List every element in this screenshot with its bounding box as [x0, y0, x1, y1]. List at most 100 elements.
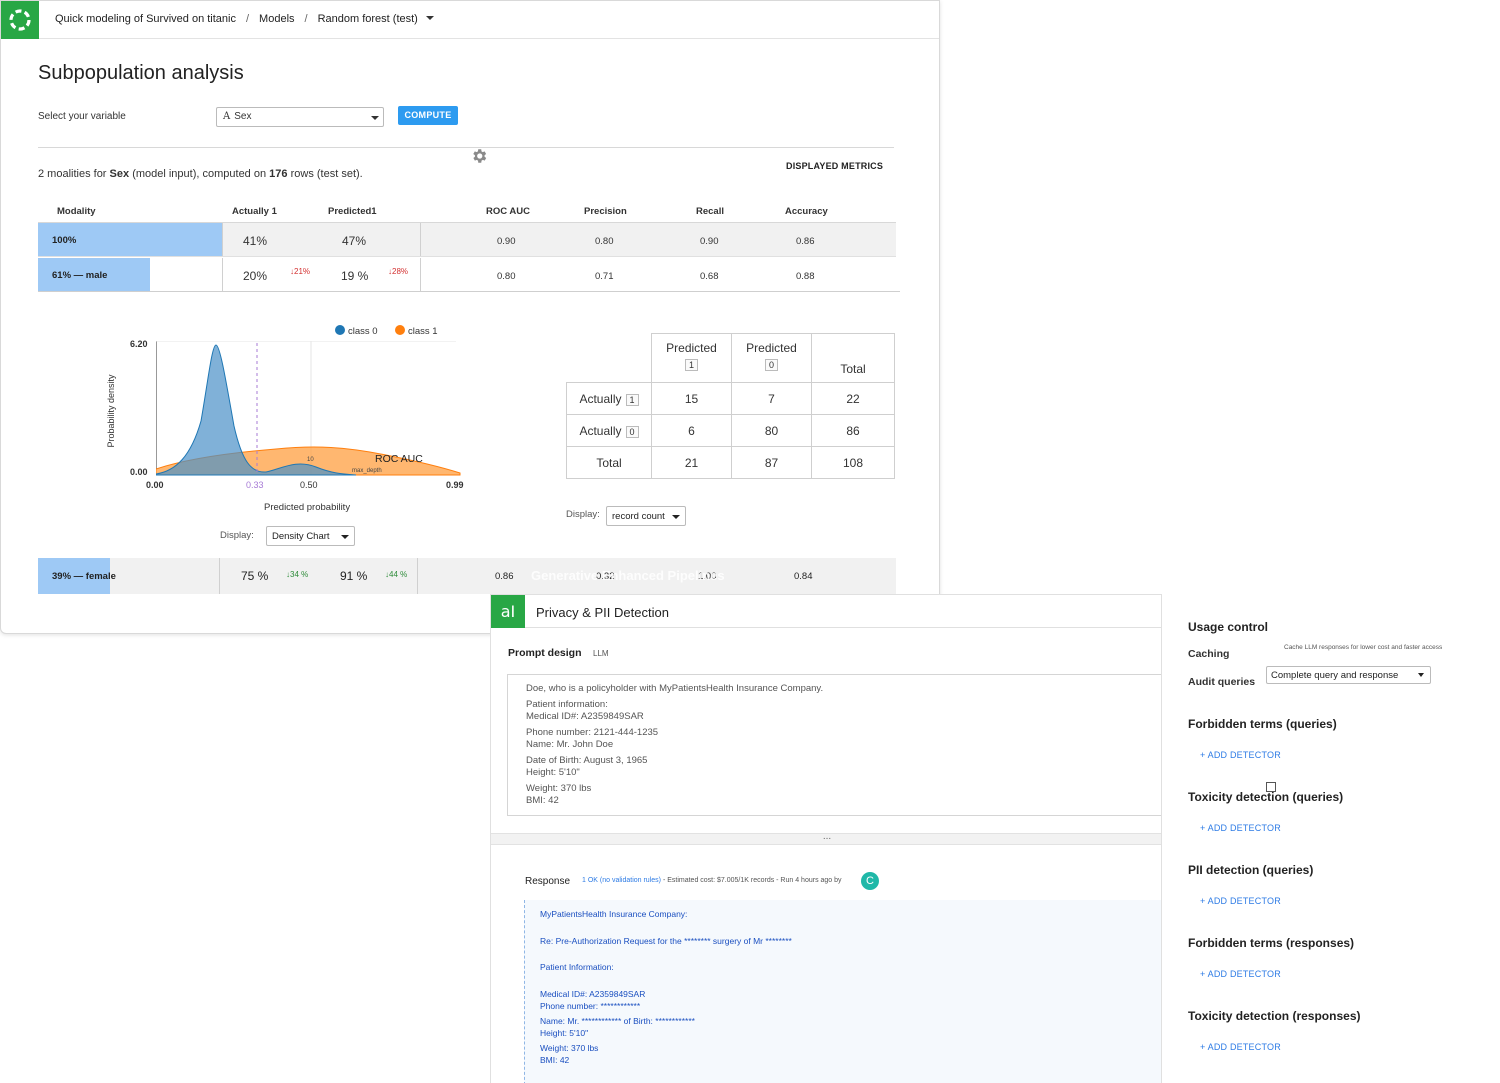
actually1-delta: ↓34 %	[286, 570, 309, 579]
response-line: BMI: 42	[540, 1055, 570, 1065]
audit-queries-select[interactable]: Complete query and response	[1266, 666, 1431, 684]
accuracy-value: 0.86	[796, 236, 815, 247]
divider	[222, 223, 223, 256]
breadcrumb-model[interactable]: Random forest (test)	[318, 13, 418, 25]
response-line: MyPatientsHealth Insurance Company:	[540, 909, 688, 919]
avatar[interactable]: C	[861, 872, 879, 890]
prompt-line: Medical ID#: A2359849SAR	[526, 711, 644, 722]
predicted1-delta: ↓28%	[388, 267, 409, 276]
modality-label: 100%	[52, 235, 77, 246]
summary-mid: (model input), computed on	[132, 168, 267, 180]
class-badge: 0	[625, 425, 639, 438]
summary-prefix: 2 moalities for	[38, 168, 107, 180]
accuracy-value: 0.84	[794, 571, 813, 582]
add-detector-button[interactable]: + ADD DETECTOR	[1200, 750, 1281, 760]
compute-button[interactable]: COMPUTE	[398, 106, 458, 125]
chevron-down-icon	[341, 535, 349, 539]
resize-handle[interactable]: ...	[491, 832, 1162, 845]
y-axis-label: Probability density	[106, 374, 116, 448]
chevron-down-icon[interactable]	[425, 16, 434, 20]
variable-label: Select your variable	[38, 111, 126, 122]
gear-icon[interactable]	[470, 147, 488, 165]
matrix-display-select[interactable]: record count	[606, 506, 686, 526]
recall-value: 0.68	[700, 271, 719, 282]
legend-swatch	[335, 325, 345, 335]
audit-queries-label: Audit queries	[1188, 676, 1256, 688]
prompt-line: Height: 5'10"	[526, 767, 580, 778]
x-tick-label: 0.50	[300, 480, 318, 490]
add-detector-button[interactable]: + ADD DETECTOR	[1200, 1042, 1281, 1052]
true-negative-cell: 80	[731, 414, 812, 447]
section-forbidden-terms-queries: Forbidden terms (queries)	[1188, 717, 1337, 731]
column-header-predicted1: Predicted1	[328, 206, 377, 217]
response-line: Height: 5'10"	[540, 1028, 589, 1038]
chart-annotation: max_depth	[352, 468, 382, 474]
breadcrumb-models[interactable]: Models	[259, 13, 294, 25]
add-detector-button[interactable]: + ADD DETECTOR	[1200, 896, 1281, 906]
variable-select[interactable]: A Sex	[216, 107, 384, 127]
response-label: Response	[525, 876, 571, 887]
table-row[interactable]: 100% 41% 47% 0.90 0.80 0.90 0.86	[38, 223, 896, 257]
column-total-cell: 21	[651, 446, 732, 479]
section-forbidden-terms-responses: Forbidden terms (responses)	[1188, 936, 1355, 950]
chart-display-value: Density Chart	[272, 531, 330, 542]
true-positive-cell: 15	[651, 382, 732, 415]
legend-swatch	[395, 325, 405, 335]
usage-control-title: Usage control	[1188, 620, 1269, 634]
column-header-accuracy: Accuracy	[785, 206, 828, 217]
response-line: Weight: 370 lbs	[540, 1042, 599, 1053]
audit-queries-value: Complete query and response	[1271, 670, 1399, 681]
legend-class-0[interactable]: class 0	[335, 325, 378, 337]
chart-display-select[interactable]: Density Chart	[266, 526, 355, 546]
page-title: Subpopulation analysis	[38, 62, 244, 84]
display-label: Display:	[566, 509, 600, 520]
add-detector-button[interactable]: + ADD DETECTOR	[1200, 969, 1281, 979]
precision-value: 0.71	[595, 271, 614, 282]
overlay-banner-text: Generative Enhanced Pipelines	[531, 568, 725, 583]
response-line: Medical ID#: A2359849SAR	[540, 988, 646, 999]
prompt-line: Patient information:	[526, 698, 608, 710]
validation-status-link[interactable]: 1 OK (no validation rules)	[582, 877, 661, 884]
column-total-cell: 87	[731, 446, 812, 479]
prompt-textarea[interactable]: Doe, who is a policyholder with MyPatien…	[507, 674, 1162, 816]
col-header-label: Predicted	[666, 341, 717, 355]
breadcrumb: Quick modeling of Survived on titanic / Mo…	[55, 13, 434, 25]
displayed-metrics-button[interactable]: DISPLAYED METRICS	[786, 161, 883, 171]
x-axis-label: Predicted probability	[264, 502, 351, 513]
legend-label: class 1	[408, 326, 438, 337]
table-row[interactable]: 61% — male 20% ↓21% 19 % ↓28% 0.80 0.71 …	[38, 258, 900, 292]
display-label: Display:	[220, 530, 254, 541]
column-header-recall: Recall	[696, 206, 724, 217]
response-line: Name: Mr. ************ of Birth: *******…	[540, 1015, 695, 1026]
summary-variable: Sex	[109, 168, 130, 180]
row-header-label: Actually	[579, 391, 622, 406]
roc-auc-value: 0.90	[497, 236, 516, 247]
response-line	[540, 947, 1162, 961]
matrix-row-header: Actually 1	[566, 382, 652, 415]
app-logo-icon[interactable]	[1, 1, 39, 39]
section-toxicity-detection-responses: Toxicity detection (responses)	[1188, 1009, 1361, 1023]
predicted1-value: 47%	[342, 234, 367, 248]
matrix-corner	[567, 334, 652, 383]
add-detector-button[interactable]: + ADD DETECTOR	[1200, 823, 1281, 833]
predicted1-delta: ↓44 %	[385, 570, 408, 579]
legend-class-1[interactable]: class 1	[395, 325, 438, 337]
column-header-precision: Precision	[584, 206, 627, 217]
caching-label: Caching	[1188, 648, 1230, 660]
actually1-value: 20%	[243, 269, 268, 283]
divider	[219, 558, 220, 594]
confusion-matrix: Predicted 1 Predicted 0 Total Actually 1 15…	[566, 333, 895, 479]
x-tick-label: 0.99	[446, 480, 464, 490]
breadcrumb-project[interactable]: Quick modeling of Survived on titanic	[55, 13, 236, 25]
modality-label: 61% — male	[52, 270, 108, 281]
col-header-label: Predicted	[746, 341, 797, 355]
caching-description: Cache LLM responses for lower cost and f…	[1284, 644, 1443, 651]
actually1-value: 75 %	[241, 569, 269, 583]
chevron-down-icon	[672, 515, 680, 519]
table-row[interactable]: 39% — female 75 % ↓34 % 91 % ↓44 % 0.86 …	[38, 558, 896, 594]
divider	[420, 258, 421, 291]
legend-label: class 0	[348, 326, 378, 337]
section-pii-detection-queries: PII detection (queries)	[1188, 863, 1314, 877]
actually1-value: 41%	[243, 234, 268, 248]
prompt-line: Date of Birth: August 3, 1965	[526, 754, 648, 766]
